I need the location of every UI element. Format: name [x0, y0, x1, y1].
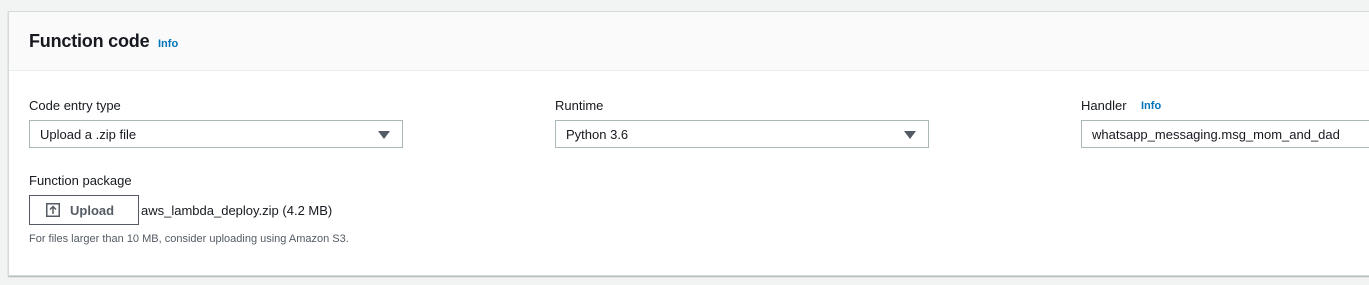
code-entry-type-label: Code entry type: [29, 98, 121, 113]
code-entry-type-select[interactable]: Upload a .zip file: [29, 120, 403, 148]
caret-down-icon: [904, 131, 916, 139]
code-entry-type-value: Upload a .zip file: [40, 127, 137, 142]
uploaded-filename: aws_lambda_deploy.zip (4.2 MB): [141, 203, 333, 218]
runtime-select[interactable]: Python 3.6: [555, 120, 929, 148]
upload-icon: [46, 203, 60, 217]
panel-header: Function code Info: [9, 12, 1369, 71]
upload-hint: For files larger than 10 MB, consider up…: [29, 233, 349, 245]
handler-info-link[interactable]: Info: [1141, 100, 1161, 112]
function-code-panel: Function code Info Code entry type Uploa…: [8, 11, 1369, 276]
runtime-label: Runtime: [555, 98, 604, 113]
function-package-label: Function package: [29, 173, 132, 188]
function-code-info-link[interactable]: Info: [158, 38, 178, 50]
upload-button-label: Upload: [70, 203, 115, 218]
handler-label: Handler: [1081, 98, 1127, 113]
runtime-value: Python 3.6: [566, 127, 629, 142]
upload-button[interactable]: Upload: [29, 195, 139, 225]
handler-input[interactable]: [1081, 120, 1369, 148]
caret-down-icon: [378, 131, 390, 139]
panel-title: Function code: [29, 31, 150, 51]
